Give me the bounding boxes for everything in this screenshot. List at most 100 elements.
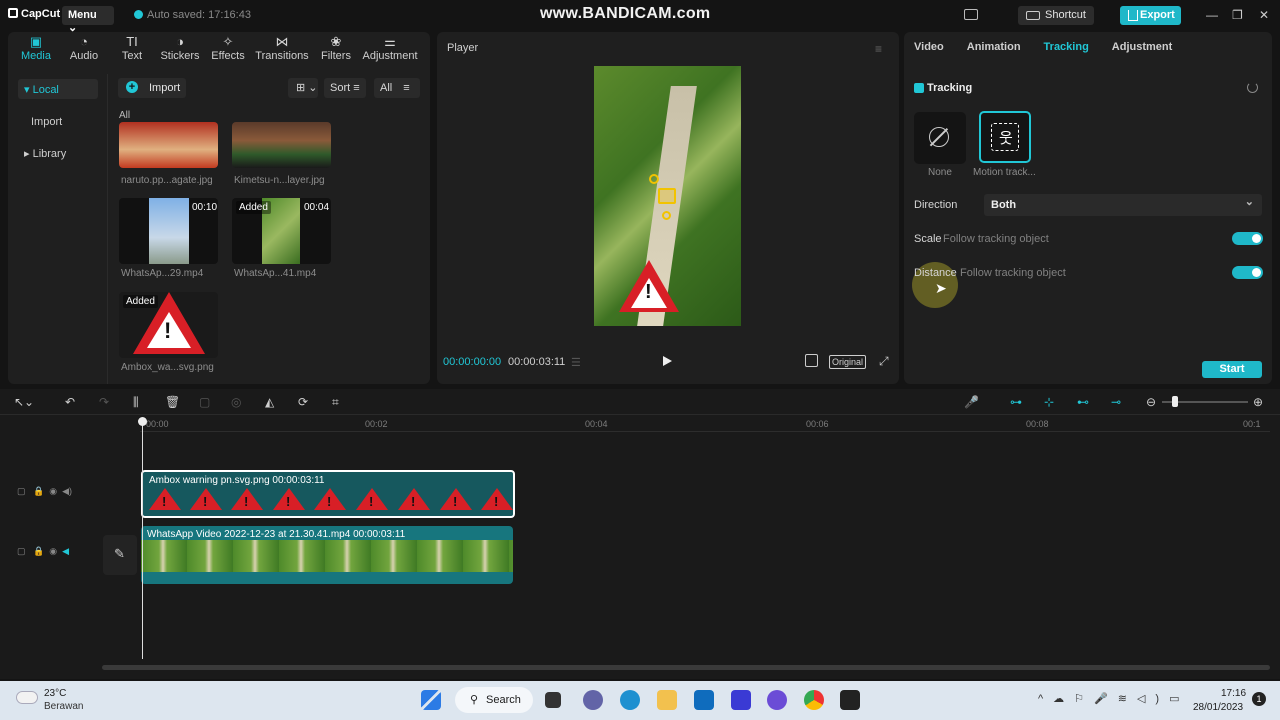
crop-icon[interactable]: ⌗ (332, 395, 339, 410)
link-icon[interactable]: ⊷ (1077, 395, 1089, 409)
taskbar-search[interactable]: ⚲ Search (455, 687, 533, 713)
shortcut-button[interactable]: Shortcut (1018, 6, 1094, 25)
media-thumbnail-naruto[interactable] (119, 122, 218, 168)
close-icon[interactable]: ✕ (1259, 8, 1269, 22)
chat-icon[interactable] (583, 690, 603, 710)
volume-icon[interactable]: ◀ (62, 546, 69, 556)
media-thumbnail-kimetsu[interactable] (232, 122, 331, 168)
taskbar-date[interactable]: 28/01/2023 (1193, 702, 1243, 713)
preview-axis-icon[interactable]: ⊸ (1111, 395, 1121, 409)
sort-button[interactable]: Sort ≡ (324, 78, 366, 98)
eye-icon[interactable]: ◉ (49, 546, 57, 556)
cloud-icon[interactable] (16, 691, 38, 704)
timeline-list-icon[interactable]: ☰ (571, 356, 581, 369)
tab-text[interactable]: TI Text (108, 32, 156, 68)
zoom-out-icon[interactable]: ⊖ (1146, 395, 1156, 409)
option-motion-track[interactable]: 웃 (979, 111, 1031, 163)
freeze-icon[interactable]: ▢ (199, 395, 210, 409)
redo-icon[interactable]: ↷ (99, 395, 109, 409)
mirror-icon[interactable]: ◭ (265, 395, 274, 409)
direction-select[interactable]: Both (984, 194, 1262, 216)
microphone-icon[interactable]: 🎤 (1094, 693, 1118, 705)
playhead[interactable] (142, 419, 143, 659)
start-button[interactable]: Start (1202, 361, 1262, 378)
weather-text[interactable]: Berawan (44, 701, 83, 712)
ratio-button[interactable]: Original (829, 355, 867, 369)
media-thumbnail-video1[interactable]: 00:10 (119, 198, 218, 264)
microphone-icon[interactable]: 🎤 (964, 395, 979, 409)
tab-media[interactable]: ▣ Media (12, 32, 60, 68)
lock-icon[interactable]: 🔒 (33, 546, 44, 556)
export-button[interactable]: Export (1120, 6, 1181, 25)
chrome-icon[interactable] (804, 690, 824, 710)
tab-effects[interactable]: ✧ Effects (204, 32, 252, 68)
auto-snap-icon[interactable]: ⊹ (1044, 395, 1054, 409)
restore-icon[interactable]: ❐ (1232, 8, 1243, 22)
split-icon[interactable]: ⫼ (133, 395, 139, 410)
zoom-in-icon[interactable]: ⊕ (1253, 395, 1263, 409)
cover-icon[interactable]: ▢ (17, 486, 26, 496)
import-button[interactable]: Import (118, 78, 186, 98)
edge-icon[interactable] (620, 690, 640, 710)
view-mode-button[interactable]: ⊞ ⌄ (288, 78, 318, 98)
tracking-checkbox[interactable] (914, 83, 924, 93)
tab-animation[interactable]: Animation (967, 41, 1021, 53)
sidebar-item-import[interactable]: Import (18, 112, 98, 132)
distance-toggle[interactable] (1232, 266, 1263, 279)
taskbar-time[interactable]: 17:16 (1221, 688, 1246, 699)
playhead-handle[interactable] (138, 417, 147, 426)
battery-icon[interactable]: ▭ (1169, 693, 1189, 705)
volume-icon[interactable]: ◀) (62, 486, 72, 496)
lock-icon[interactable]: 🔒 (33, 486, 44, 496)
mail-icon[interactable] (694, 690, 714, 710)
overlay-clip[interactable]: Ambox warning pn.svg.png 00:00:03:11 (141, 470, 515, 518)
file-explorer-icon[interactable] (657, 690, 677, 710)
reset-icon[interactable] (1247, 82, 1258, 93)
horizontal-scrollbar[interactable] (102, 665, 1270, 670)
tab-stickers[interactable]: ◑ Stickers (156, 32, 204, 68)
select-tool-icon[interactable]: ↖⌄ (14, 395, 34, 409)
screenshot-icon[interactable] (805, 354, 818, 367)
main-video-clip[interactable]: WhatsApp Video 2022-12-23 at 21.30.41.mp… (141, 526, 513, 584)
temperature[interactable]: 23°C (44, 688, 66, 699)
copilot-icon[interactable] (767, 690, 787, 710)
filter-button[interactable]: All ≡ (374, 78, 420, 98)
notification-icon[interactable]: 1 (1252, 692, 1266, 706)
location-icon[interactable]: ⚐ (1074, 693, 1094, 705)
option-none[interactable] (914, 112, 966, 164)
sidebar-item-library[interactable]: ▸ Library (18, 143, 98, 163)
media-thumbnail-video2[interactable]: Added 00:04 (232, 198, 331, 264)
cover-edit-button[interactable]: ✎ (103, 535, 137, 575)
player-menu-icon[interactable]: ≡ (875, 42, 882, 56)
main-track-magnet-icon[interactable]: ⊶ (1010, 395, 1022, 409)
network-cloud-icon[interactable]: ☁ (1053, 693, 1074, 705)
cover-icon[interactable]: ▢ (17, 546, 26, 556)
tab-adjustment[interactable]: ⚌ Adjustment (360, 32, 420, 68)
capcut-taskbar-icon[interactable] (840, 690, 860, 710)
tab-transitions[interactable]: ⋈ Transitions (252, 32, 312, 68)
video-preview[interactable]: ! (594, 66, 741, 326)
tab-video[interactable]: Video (914, 41, 944, 53)
layout-icon[interactable] (964, 9, 978, 20)
tracking-handle-icon[interactable] (649, 174, 659, 184)
speaker-icon[interactable]: ◁) (1137, 693, 1169, 705)
undo-icon[interactable]: ↶ (65, 395, 75, 409)
media-thumbnail-ambox[interactable]: ! Added (119, 292, 218, 358)
chevron-up-icon[interactable]: ^ (1038, 693, 1053, 705)
zoom-slider-handle[interactable] (1172, 396, 1178, 407)
windows-start-icon[interactable] (421, 690, 441, 710)
menu-button[interactable]: Menu ⌄ (62, 6, 114, 34)
wifi-icon[interactable]: ≋ (1118, 693, 1137, 705)
reverse-icon[interactable]: ◎ (231, 395, 241, 409)
tab-adjustment[interactable]: Adjustment (1112, 41, 1173, 53)
tab-tracking[interactable]: Tracking (1044, 41, 1089, 53)
fullscreen-icon[interactable]: ⤢ (879, 354, 889, 369)
minimize-icon[interactable]: — (1206, 8, 1218, 22)
tab-filters[interactable]: ❀ Filters (312, 32, 360, 68)
rotate-icon[interactable]: ⟳ (298, 395, 308, 409)
tracking-box[interactable] (658, 188, 676, 204)
sidebar-item-local[interactable]: ▾ Local (18, 79, 98, 99)
task-view-icon[interactable] (545, 692, 561, 708)
editor-app-icon[interactable] (731, 690, 751, 710)
tracking-anchor-icon[interactable] (662, 211, 671, 220)
